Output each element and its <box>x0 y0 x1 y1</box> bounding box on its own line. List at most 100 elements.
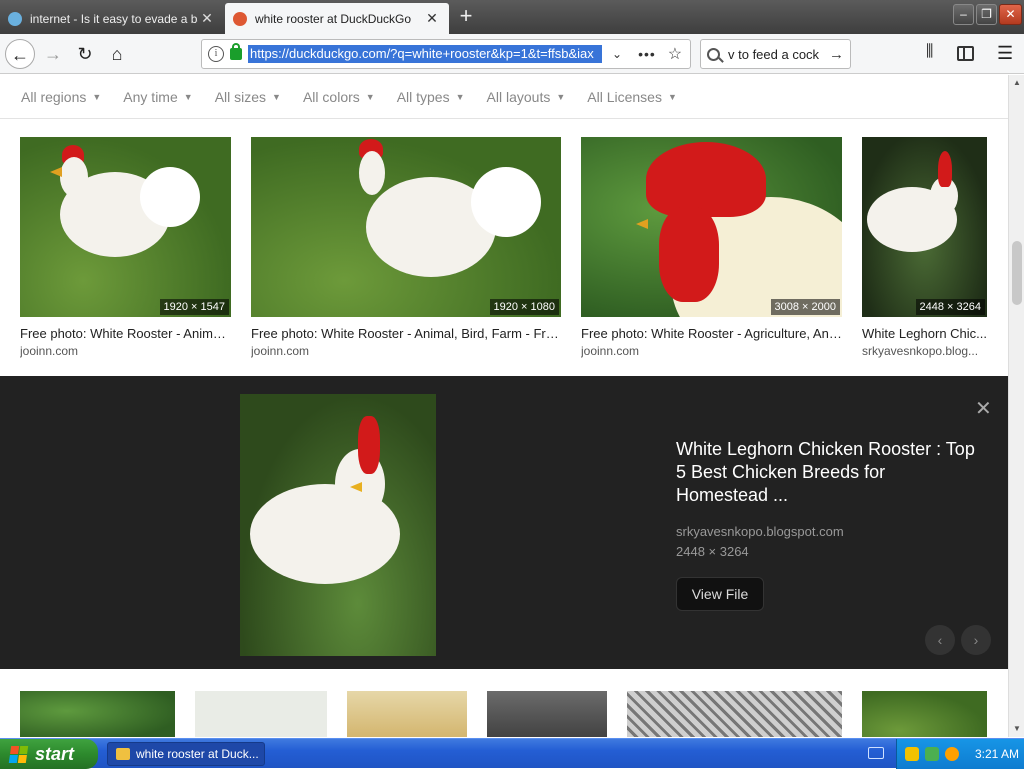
caret-down-icon: ▼ <box>667 91 677 102</box>
start-button[interactable]: start <box>0 739 98 769</box>
detail-source[interactable]: srkyavesnkopo.blogspot.com <box>676 524 844 539</box>
page-content: All regions ▼ Any time ▼ All sizes ▼ All co… <box>0 75 1008 737</box>
library-icon[interactable]: ⫼ <box>926 43 933 61</box>
chevron-down-icon[interactable]: ⌄ <box>612 47 622 61</box>
vertical-scrollbar[interactable]: ▲ ▼ <box>1008 75 1024 737</box>
result-source[interactable]: jooinn.com <box>251 344 561 358</box>
image-result[interactable]: 2448 × 3264 White Leghorn Chic... srkyav… <box>862 137 987 358</box>
bookmark-star-icon[interactable]: ☆ <box>668 44 682 64</box>
tab-duckduckgo[interactable]: white rooster at DuckDuckGo ✕ <box>225 3 449 34</box>
tab-title: white rooster at DuckDuckGo <box>255 11 412 26</box>
lock-icon[interactable] <box>230 43 242 60</box>
result-thumbnail[interactable]: 3008 × 2000 <box>581 137 842 317</box>
home-button[interactable]: ⌂ <box>102 39 132 69</box>
firefox-window-icon <box>116 748 130 760</box>
filter-layouts[interactable]: All layouts ▼ <box>487 89 566 105</box>
image-detail-panel: White Leghorn Chicken Rooster : Top 5 Be… <box>0 376 1008 669</box>
site-info-icon[interactable]: i <box>208 46 224 62</box>
result-thumbnail[interactable] <box>347 691 467 737</box>
filter-types[interactable]: All types ▼ <box>397 89 465 105</box>
hamburger-menu-icon[interactable]: ☰ <box>997 43 1013 64</box>
restore-button[interactable]: ❐ <box>976 4 997 25</box>
scroll-down-icon[interactable]: ▼ <box>1009 721 1024 737</box>
close-tab-icon[interactable]: ✕ <box>423 10 441 27</box>
tab-strip: internet - Is it easy to evade a ba ✕ wh… <box>0 0 1024 34</box>
result-caption[interactable]: Free photo: White Rooster - Animal, Bird… <box>251 326 561 341</box>
start-label: start <box>35 743 75 764</box>
image-dimensions: 2448 × 3264 <box>915 299 985 315</box>
tab-title: internet - Is it easy to evade a ba <box>30 11 198 26</box>
result-thumbnail[interactable]: 1920 × 1547 <box>20 137 231 317</box>
back-button[interactable]: ← <box>5 39 35 69</box>
minimize-button[interactable]: – <box>953 4 974 25</box>
result-thumbnail[interactable]: 1920 × 1080 <box>251 137 561 317</box>
caret-down-icon: ▼ <box>365 91 375 102</box>
chevron-left-icon[interactable]: ‹ <box>925 625 955 655</box>
network-icon[interactable] <box>925 747 939 761</box>
result-source[interactable]: jooinn.com <box>581 344 842 358</box>
filter-licenses[interactable]: All Licenses ▼ <box>587 89 677 105</box>
windows-logo-icon <box>8 745 29 763</box>
reload-button[interactable]: ↻ <box>70 39 100 69</box>
image-dimensions: 1920 × 1547 <box>159 299 229 315</box>
result-caption[interactable]: Free photo: White Rooster - Animal,... <box>20 326 231 341</box>
result-thumbnail[interactable] <box>195 691 327 737</box>
close-tab-icon[interactable]: ✕ <box>198 10 216 27</box>
security-shield-icon[interactable] <box>905 747 919 761</box>
result-source[interactable]: srkyavesnkopo.blog... <box>862 344 987 358</box>
view-file-button[interactable]: View File <box>676 577 764 611</box>
search-bar[interactable]: v to feed a cock → <box>700 39 851 69</box>
image-result[interactable]: 1920 × 1547 Free photo: White Rooster - … <box>20 137 231 358</box>
result-thumbnail[interactable]: 2448 × 3264 <box>862 137 987 317</box>
sidebar-icon[interactable] <box>957 46 974 61</box>
search-tray-icon[interactable] <box>945 747 959 761</box>
result-thumbnail[interactable] <box>487 691 607 737</box>
keyboard-icon[interactable] <box>868 747 884 759</box>
caret-down-icon: ▼ <box>183 91 193 102</box>
close-icon[interactable]: ✕ <box>975 396 992 421</box>
duckduckgo-favicon-icon <box>233 11 247 26</box>
image-dimensions: 1920 × 1080 <box>489 299 559 315</box>
navigation-toolbar: ← → ↻ ⌂ i https://duckduckgo.com/?q=whit… <box>0 34 1024 74</box>
caret-down-icon: ▼ <box>455 91 465 102</box>
filter-regions[interactable]: All regions ▼ <box>21 89 101 105</box>
address-bar[interactable]: i https://duckduckgo.com/?q=white+rooste… <box>201 39 691 69</box>
chevron-right-icon[interactable]: › <box>961 625 991 655</box>
result-thumbnail[interactable] <box>862 691 987 737</box>
close-window-button[interactable]: ✕ <box>999 4 1022 25</box>
caret-down-icon: ▼ <box>272 91 281 102</box>
system-tray: 3:21 AM <box>896 739 1024 769</box>
search-go-icon[interactable]: → <box>829 46 844 63</box>
image-result[interactable]: 1920 × 1080 Free photo: White Rooster - … <box>251 137 561 358</box>
search-icon <box>707 47 720 61</box>
image-result[interactable]: 3008 × 2000 Free photo: White Rooster - … <box>581 137 842 358</box>
forward-button[interactable]: → <box>38 39 68 69</box>
result-thumbnail[interactable] <box>20 691 175 737</box>
page-actions-icon[interactable]: ••• <box>638 46 656 62</box>
image-dimensions: 3008 × 2000 <box>770 299 840 315</box>
taskbar-item-label: white rooster at Duck... <box>136 747 259 761</box>
result-thumbnail[interactable] <box>627 691 842 737</box>
scroll-up-icon[interactable]: ▲ <box>1009 75 1024 91</box>
taskbar: start white rooster at Duck... 3:21 AM <box>0 738 1024 769</box>
result-caption[interactable]: White Leghorn Chic... <box>862 326 987 341</box>
detail-image[interactable] <box>240 394 436 656</box>
result-caption[interactable]: Free photo: White Rooster - Agriculture,… <box>581 326 842 341</box>
new-tab-button[interactable]: + <box>452 4 480 30</box>
scrollbar-thumb[interactable] <box>1012 241 1022 305</box>
tab-internet[interactable]: internet - Is it easy to evade a ba ✕ <box>0 3 224 34</box>
detail-dimensions: 2448 × 3264 <box>676 544 749 559</box>
clock[interactable]: 3:21 AM <box>975 747 1019 761</box>
url-text[interactable]: https://duckduckgo.com/?q=white+rooster&… <box>248 45 602 63</box>
filter-colors[interactable]: All colors ▼ <box>303 89 375 105</box>
filter-time[interactable]: Any time ▼ <box>123 89 192 105</box>
filter-bar: All regions ▼ Any time ▼ All sizes ▼ All co… <box>0 75 1008 119</box>
taskbar-window-item[interactable]: white rooster at Duck... <box>107 742 265 766</box>
filter-sizes[interactable]: All sizes ▼ <box>215 89 281 105</box>
detail-title[interactable]: White Leghorn Chicken Rooster : Top 5 Be… <box>676 438 976 507</box>
caret-down-icon: ▼ <box>92 91 102 102</box>
result-source[interactable]: jooinn.com <box>20 344 231 358</box>
stackexchange-favicon-icon <box>8 11 22 26</box>
search-input[interactable]: v to feed a cock <box>728 47 825 62</box>
caret-down-icon: ▼ <box>556 91 566 102</box>
